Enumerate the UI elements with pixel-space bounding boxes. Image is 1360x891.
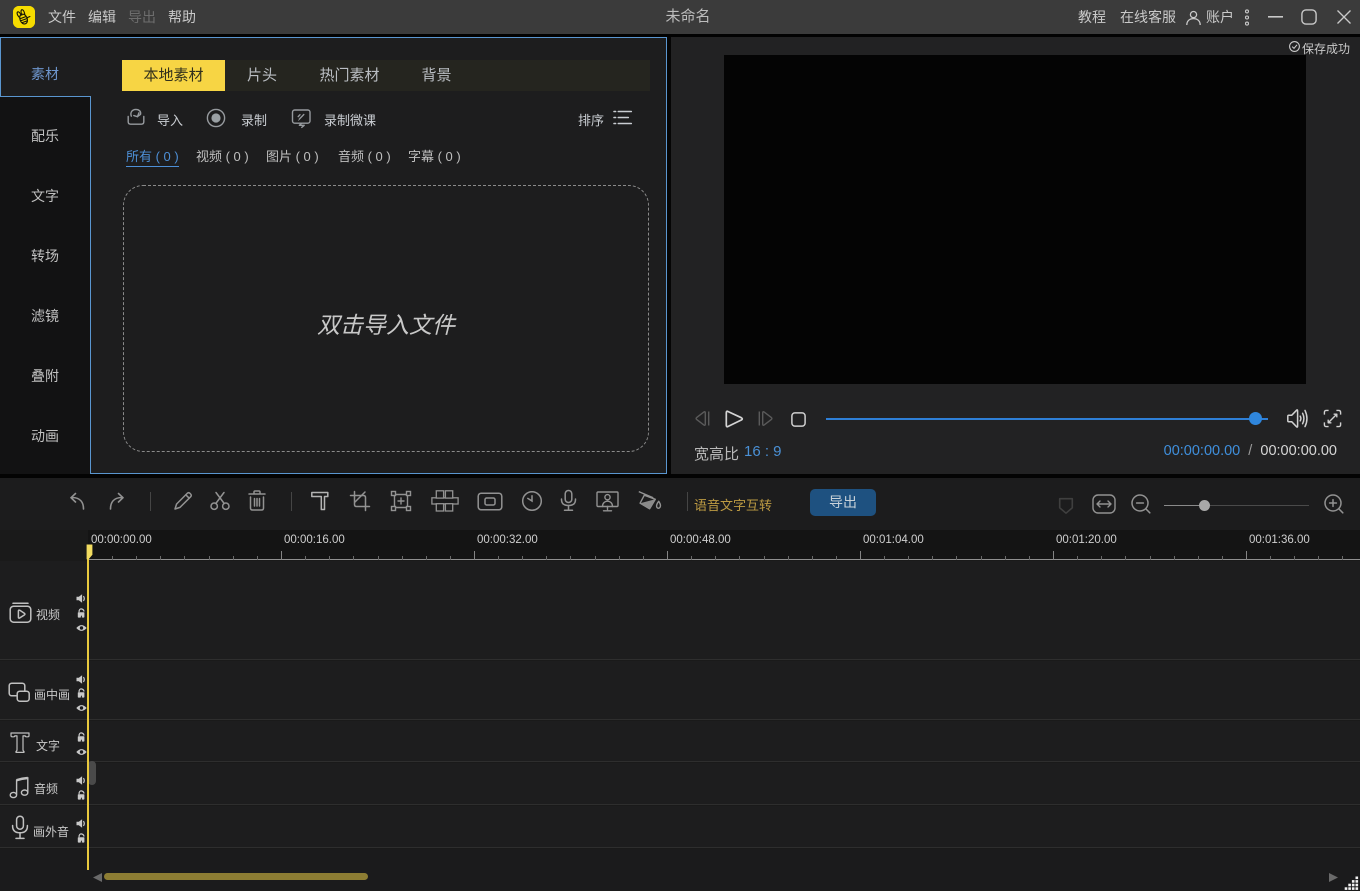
svg-text:00:00:16.00: 00:00:16.00 (284, 534, 345, 546)
svg-text:00:01:36.00: 00:01:36.00 (1249, 534, 1310, 546)
svg-text:00:00:32.00: 00:00:32.00 (477, 534, 538, 546)
svg-text:00:00:00.00: 00:00:00.00 (91, 534, 152, 546)
svg-text:00:01:04.00: 00:01:04.00 (863, 534, 924, 546)
svg-text:00:00:48.00: 00:00:48.00 (670, 534, 731, 546)
svg-text:00:01:20.00: 00:01:20.00 (1056, 534, 1117, 546)
